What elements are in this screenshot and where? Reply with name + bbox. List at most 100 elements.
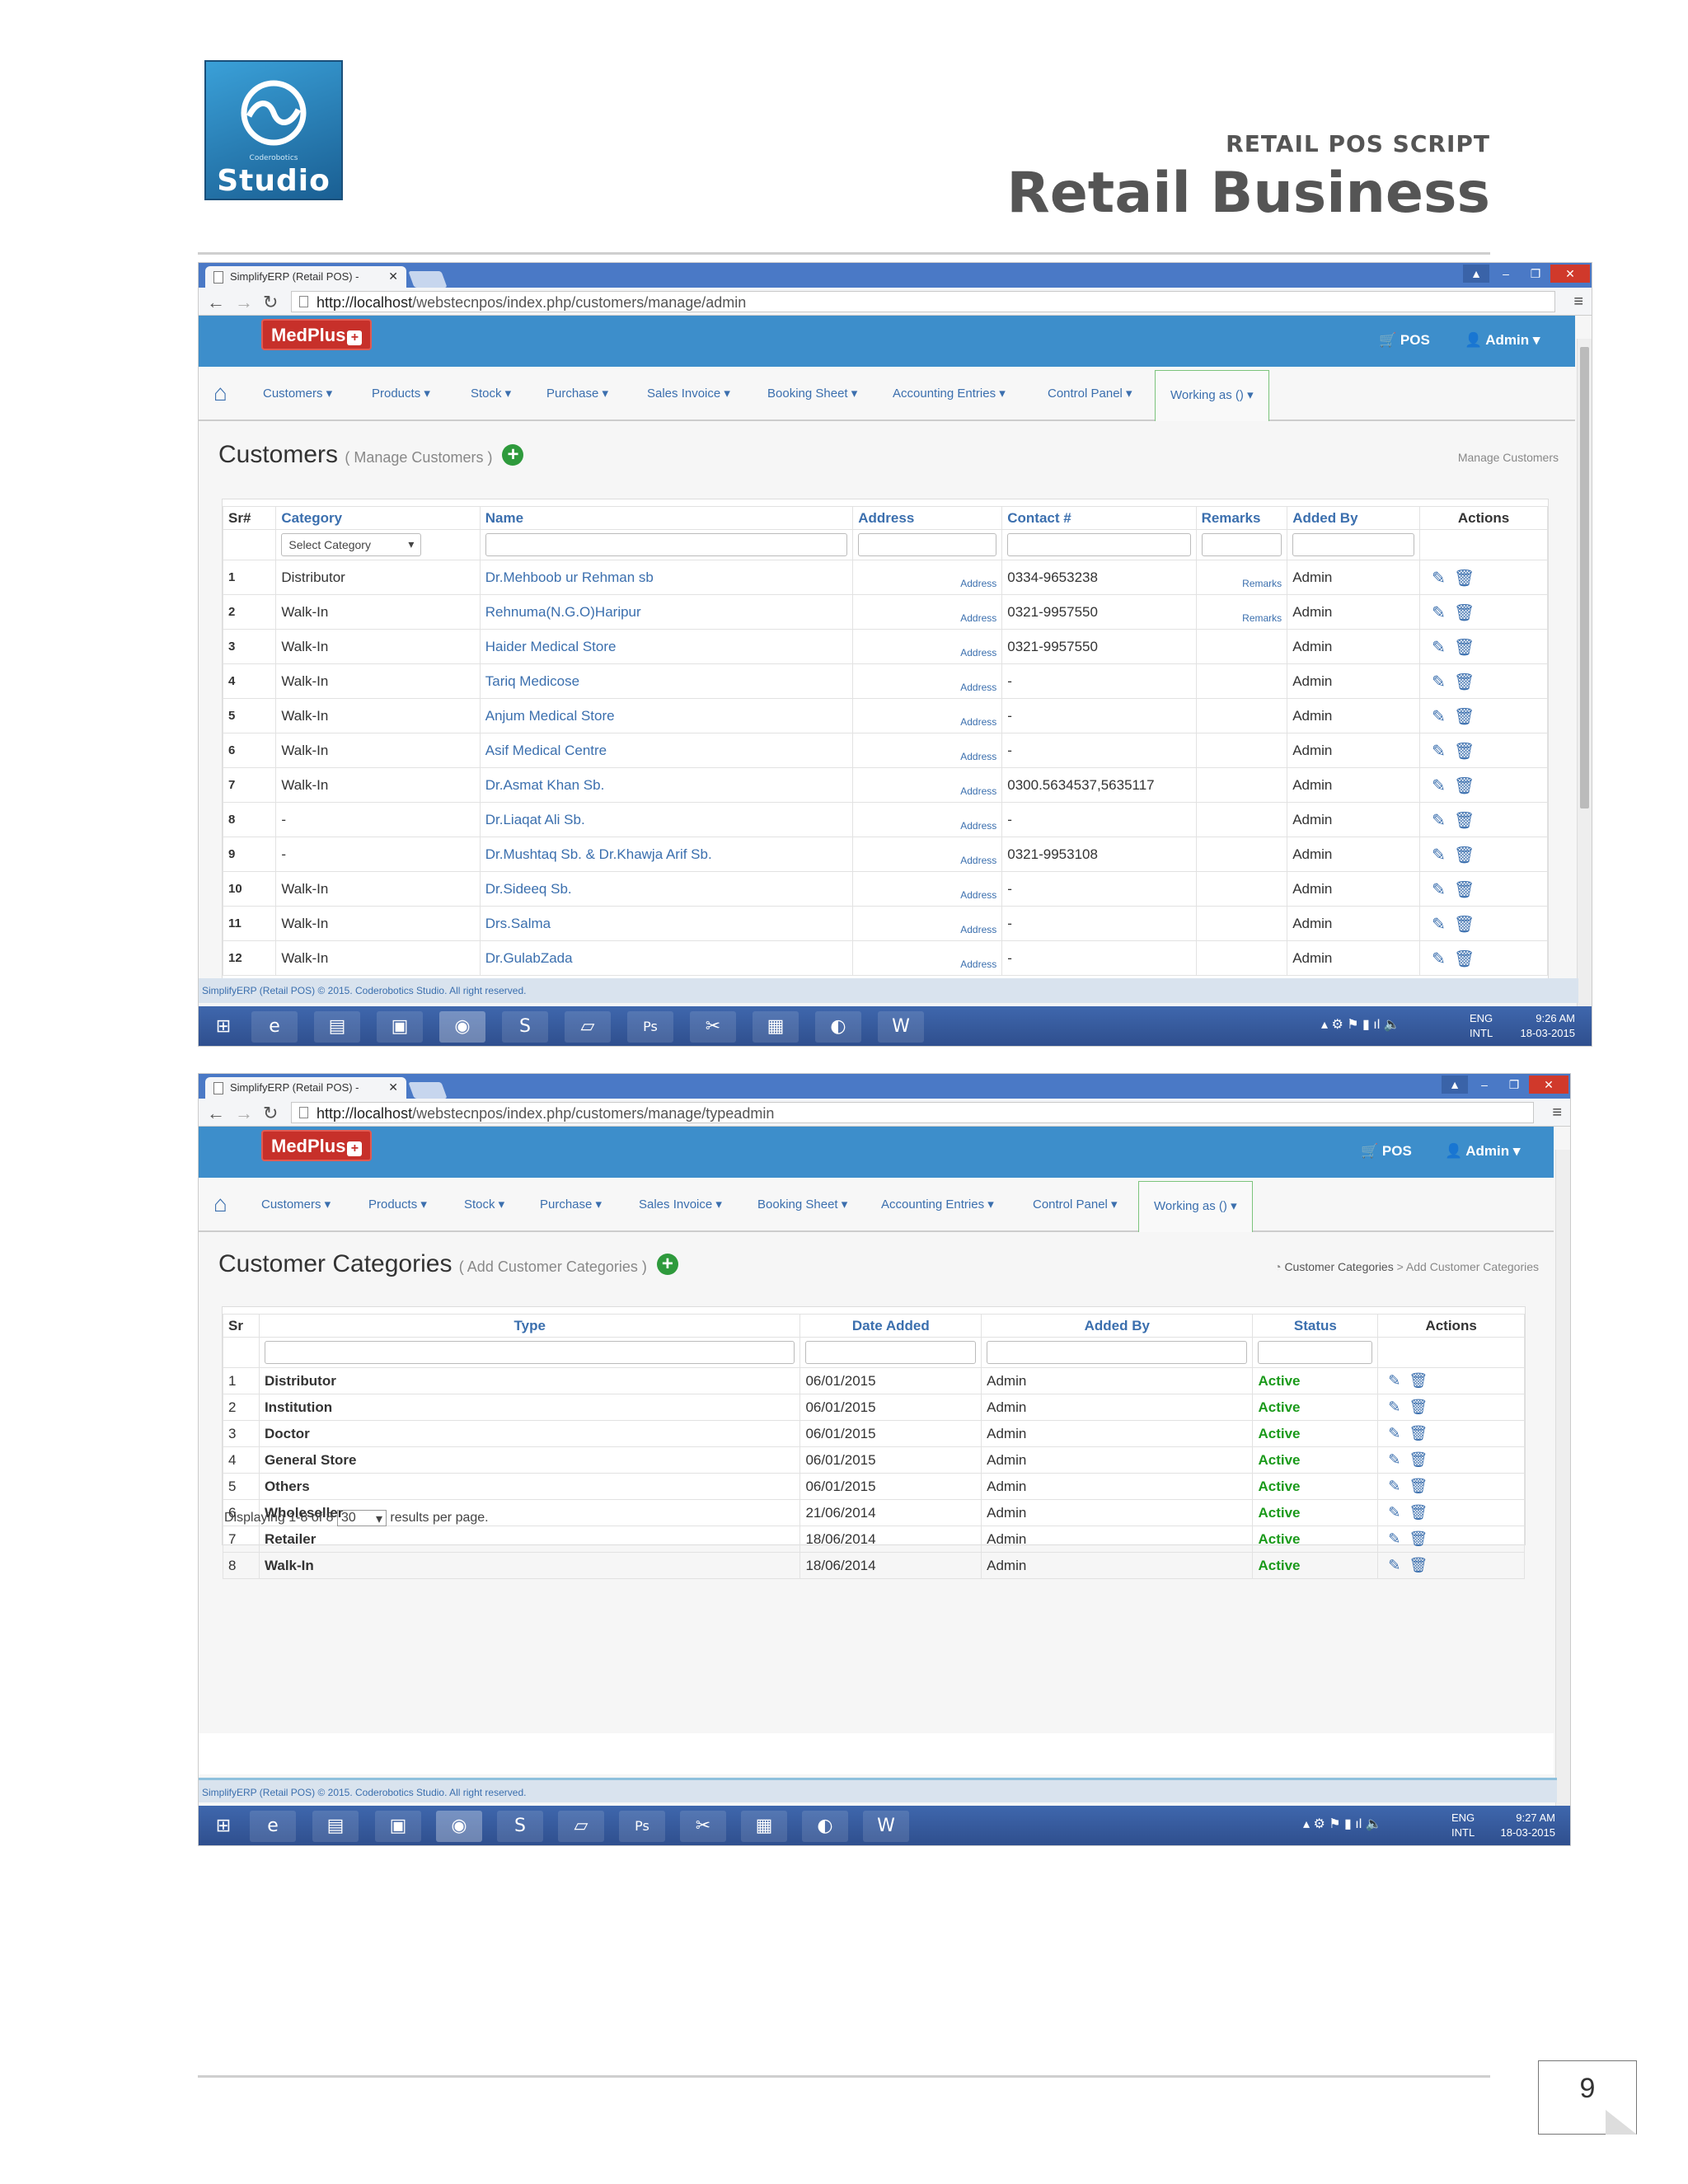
edit-icon[interactable]: ✎	[1432, 741, 1454, 761]
delete-icon[interactable]: 🗑	[1409, 1557, 1436, 1574]
browser-tab[interactable]: SimplifyERP (Retail POS) - ✕	[205, 1077, 406, 1099]
edit-icon[interactable]: ✎	[1432, 672, 1454, 691]
col-type[interactable]: Type	[258, 1314, 801, 1338]
edit-icon[interactable]: ✎	[1388, 1504, 1409, 1521]
delete-icon[interactable]: 🗑	[1454, 810, 1483, 830]
menu-customers[interactable]: Customers ▾	[263, 386, 332, 401]
address-link[interactable]: Address	[960, 578, 996, 589]
user-icon[interactable]: ▲	[1463, 265, 1489, 283]
delete-icon[interactable]: 🗑	[1454, 672, 1483, 691]
menu-accounting-entries[interactable]: Accounting Entries ▾	[893, 386, 1006, 401]
cell-name-link[interactable]: Rehnuma(N.G.O)Haripur	[479, 594, 854, 630]
col-added-by[interactable]: Added By	[981, 1314, 1254, 1338]
edit-icon[interactable]: ✎	[1432, 706, 1454, 726]
store-icon[interactable]: ▣	[377, 1011, 423, 1043]
cell-name-link[interactable]: Tariq Medicose	[479, 663, 854, 699]
back-icon[interactable]: ←	[207, 1103, 225, 1124]
skype-icon[interactable]: S	[497, 1811, 543, 1842]
cell-name-link[interactable]: Dr.Sideeq Sb.	[479, 871, 854, 907]
edit-icon[interactable]: ✎	[1432, 914, 1454, 934]
col-name[interactable]: Name	[479, 506, 854, 530]
windows-start-icon[interactable]: ⊞	[200, 1011, 246, 1043]
admin-menu[interactable]: 👤 Admin ▾	[1465, 332, 1540, 349]
menu-purchase[interactable]: Purchase ▾	[540, 1197, 602, 1212]
network-app-icon[interactable]: ▦	[741, 1811, 787, 1842]
browser-tab[interactable]: SimplifyERP (Retail POS) - ✕	[205, 266, 406, 288]
col-address[interactable]: Address	[852, 506, 1003, 530]
tools-icon[interactable]: ✂	[690, 1011, 736, 1043]
dreamweaver-icon[interactable]: ◐	[815, 1011, 861, 1043]
menu-stock[interactable]: Stock ▾	[464, 1197, 504, 1212]
reload-icon[interactable]: ↻	[263, 1103, 278, 1124]
menu-customers[interactable]: Customers ▾	[261, 1197, 331, 1212]
delete-icon[interactable]: 🗑	[1454, 776, 1483, 795]
col-remarks[interactable]: Remarks	[1195, 506, 1288, 530]
pos-link[interactable]: 🛒 POS	[1379, 332, 1430, 349]
name-filter-input[interactable]	[485, 533, 848, 556]
page-scrollbar[interactable]	[1555, 1150, 1570, 1814]
delete-icon[interactable]: 🗑	[1454, 949, 1483, 968]
pos-link[interactable]: 🛒 POS	[1361, 1143, 1412, 1160]
back-icon[interactable]: ←	[207, 292, 225, 313]
breadcrumb-customer-categories[interactable]: Customer Categories	[1284, 1260, 1393, 1273]
delete-icon[interactable]: 🗑	[1409, 1372, 1436, 1390]
clock[interactable]: 9:27 AM 18-03-2015	[1493, 1811, 1556, 1840]
col-added-by[interactable]: Added By	[1287, 506, 1421, 530]
close-window-icon[interactable]: ✕	[1550, 265, 1590, 283]
category-filter-select[interactable]: Select Category	[281, 533, 422, 556]
address-link[interactable]: Address	[960, 958, 996, 970]
delete-icon[interactable]: 🗑	[1454, 879, 1483, 899]
contact-filter-input[interactable]	[1007, 533, 1191, 556]
home-icon[interactable]: ⌂	[213, 1191, 227, 1217]
page-scrollbar[interactable]	[1577, 339, 1592, 1013]
col-date-added[interactable]: Date Added	[799, 1314, 982, 1338]
user-icon[interactable]: ▲	[1442, 1076, 1468, 1094]
menu-sales-invoice[interactable]: Sales Invoice ▾	[639, 1197, 722, 1212]
minimize-icon[interactable]: –	[1470, 1076, 1499, 1094]
cell-name-link[interactable]: Asif Medical Centre	[479, 733, 854, 768]
internet-explorer-icon[interactable]: e	[250, 1811, 296, 1842]
chrome-icon[interactable]: ◉	[436, 1811, 482, 1842]
edit-icon[interactable]: ✎	[1388, 1478, 1409, 1495]
edit-icon[interactable]: ✎	[1432, 637, 1454, 657]
address-link[interactable]: Address	[960, 889, 996, 901]
edit-icon[interactable]: ✎	[1388, 1399, 1409, 1416]
menu-products[interactable]: Products ▾	[368, 1197, 427, 1212]
skype-icon[interactable]: S	[502, 1011, 548, 1043]
added-by-filter-input[interactable]	[987, 1341, 1248, 1364]
address-filter-input[interactable]	[858, 533, 997, 556]
edit-icon[interactable]: ✎	[1432, 845, 1454, 865]
menu-stock[interactable]: Stock ▾	[471, 386, 511, 401]
delete-icon[interactable]: 🗑	[1454, 741, 1483, 761]
notepad-icon[interactable]: ▱	[565, 1011, 611, 1043]
store-icon[interactable]: ▣	[375, 1811, 421, 1842]
brand-logo[interactable]: MedPlus +	[261, 1130, 373, 1161]
new-tab-button[interactable]	[408, 1082, 448, 1099]
delete-icon[interactable]: 🗑	[1454, 568, 1483, 588]
delete-icon[interactable]: 🗑	[1409, 1530, 1436, 1548]
reload-icon[interactable]: ↻	[263, 292, 278, 313]
admin-menu[interactable]: 👤 Admin ▾	[1445, 1143, 1520, 1160]
menu-booking-sheet[interactable]: Booking Sheet ▾	[757, 1197, 847, 1212]
system-tray-icons[interactable]: ▴ ⚙ ⚑ ▮ ıl 🔈	[1321, 1018, 1400, 1033]
clock[interactable]: 9:26 AM 18-03-2015	[1512, 1011, 1576, 1041]
edit-icon[interactable]: ✎	[1388, 1557, 1409, 1574]
edit-icon[interactable]: ✎	[1388, 1530, 1409, 1548]
file-explorer-icon[interactable]: ▤	[312, 1811, 359, 1842]
edit-icon[interactable]: ✎	[1432, 776, 1454, 795]
cell-name-link[interactable]: Drs.Salma	[479, 906, 854, 941]
delete-icon[interactable]: 🗑	[1454, 637, 1483, 657]
status-filter-input[interactable]	[1258, 1341, 1373, 1364]
menu-control-panel[interactable]: Control Panel ▾	[1033, 1197, 1118, 1212]
photoshop-icon[interactable]: Ps	[627, 1011, 673, 1043]
type-filter-input[interactable]	[264, 1341, 795, 1364]
language-indicator[interactable]: ENG INTL	[1470, 1011, 1493, 1041]
browser-menu-icon[interactable]: ≡	[1552, 1104, 1562, 1122]
restore-icon[interactable]: ❐	[1521, 265, 1550, 283]
close-tab-icon[interactable]: ✕	[388, 1080, 398, 1094]
edit-icon[interactable]: ✎	[1432, 879, 1454, 899]
address-link[interactable]: Address	[960, 647, 996, 658]
menu-products[interactable]: Products ▾	[372, 386, 430, 401]
delete-icon[interactable]: 🗑	[1454, 706, 1483, 726]
menu-accounting-entries[interactable]: Accounting Entries ▾	[881, 1197, 994, 1212]
